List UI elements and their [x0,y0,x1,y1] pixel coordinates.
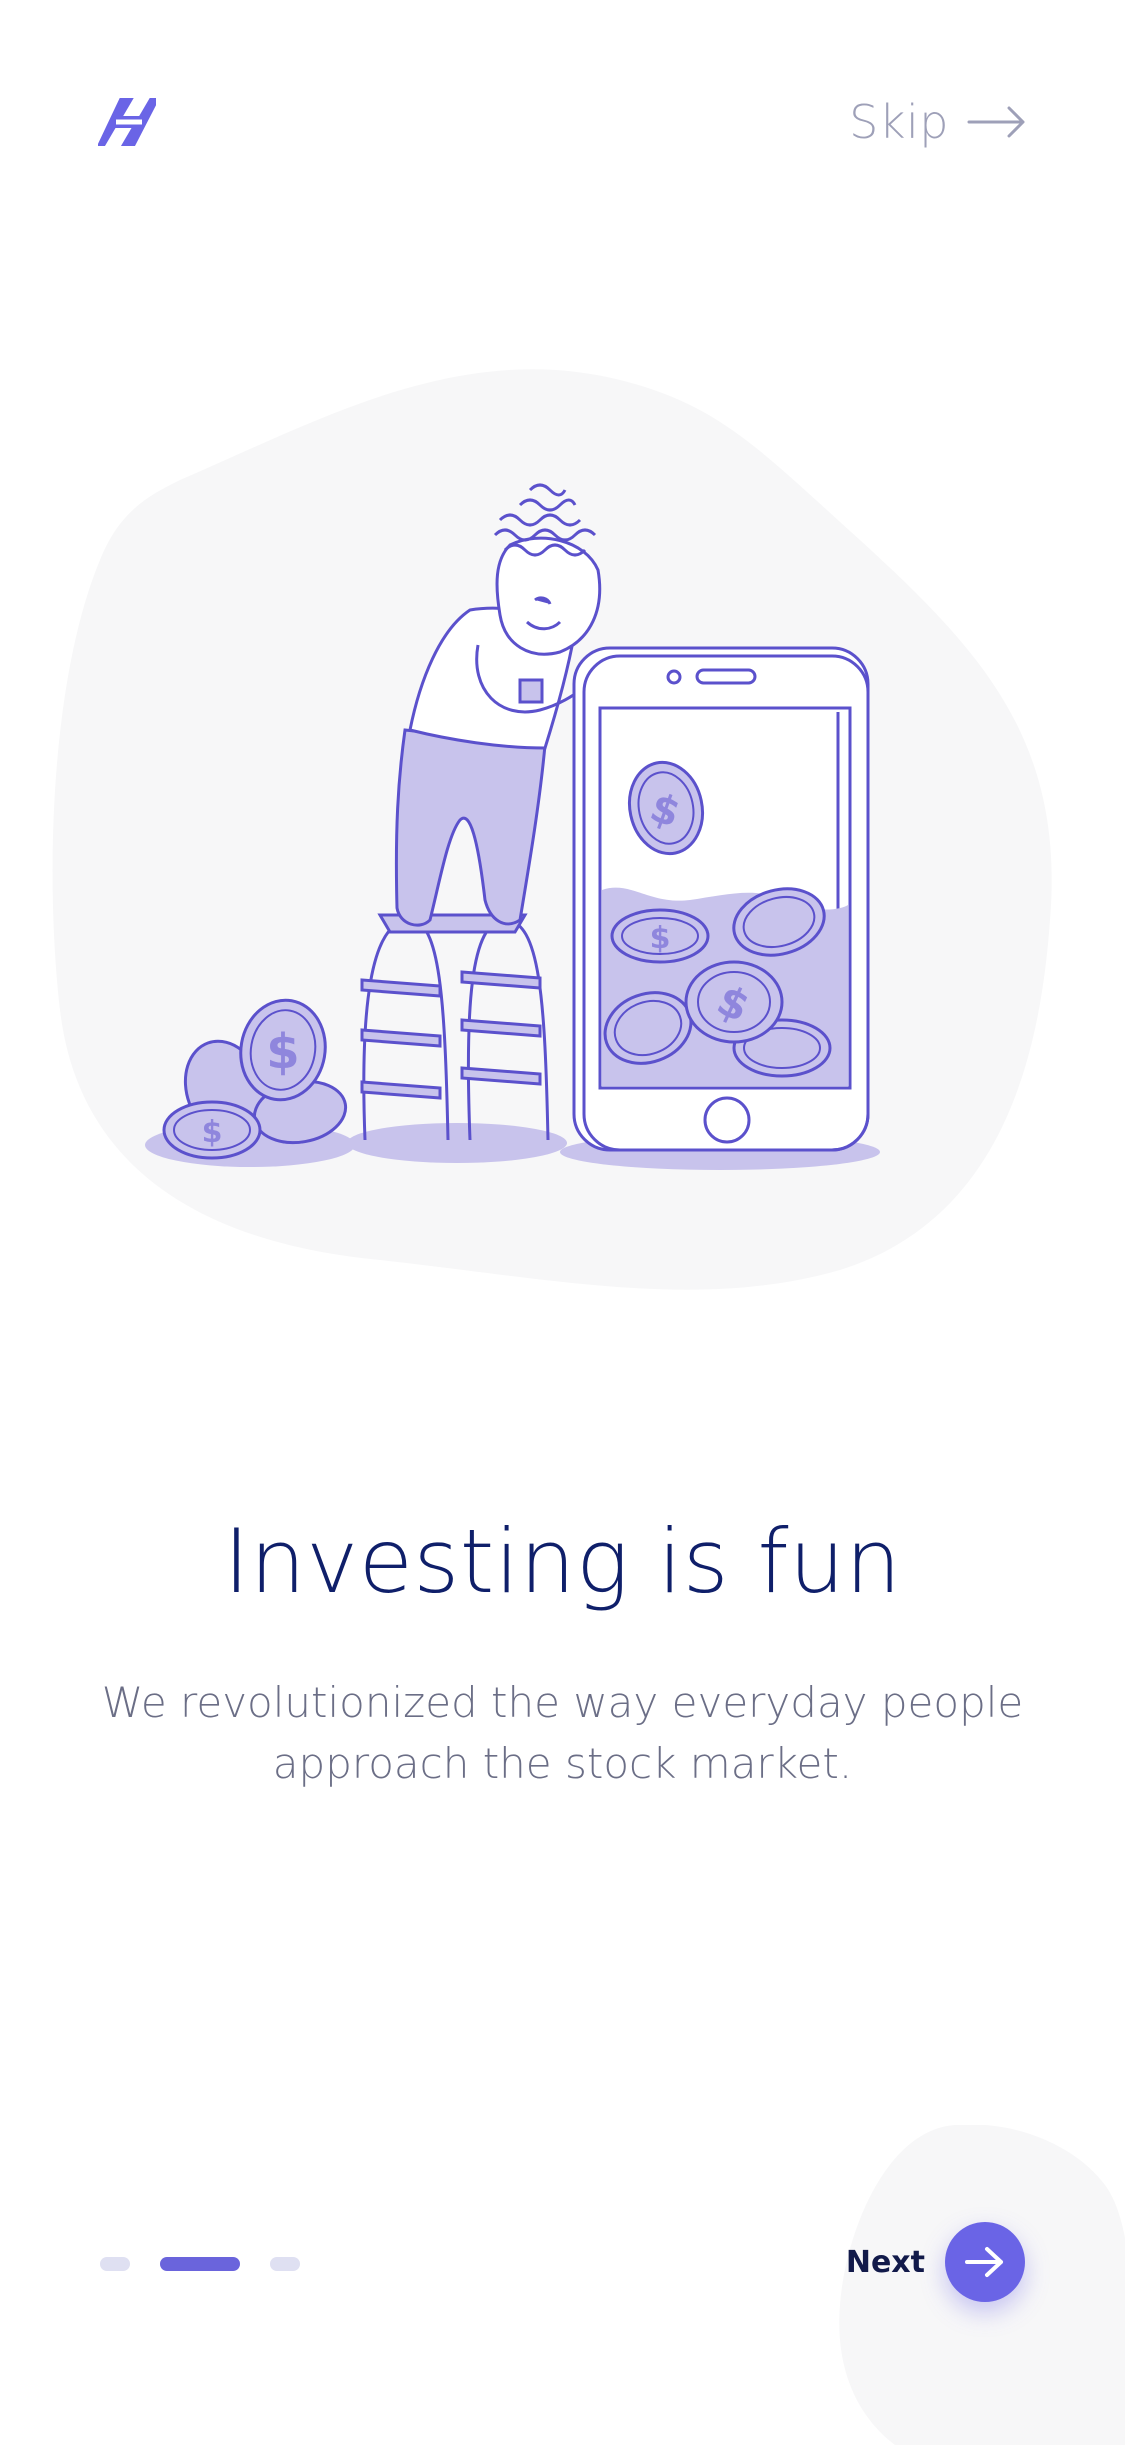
pagination-dots [100,2256,300,2272]
pagination-dot[interactable] [100,2257,130,2271]
pagination-dot-active[interactable] [160,2257,240,2271]
investing-illustration: $ $ $ $ $ [52,369,1052,1290]
next-button[interactable]: Next [846,2222,1025,2302]
next-label: Next [845,2244,925,2280]
next-circle[interactable] [945,2222,1025,2302]
pagination-dot[interactable] [270,2257,300,2271]
svg-text:$: $ [266,1024,299,1080]
onboarding-subtitle: We revolutionized the way everyday peopl… [101,1678,1024,1788]
onboarding-title: Investing is fun [223,1510,902,1613]
arrow-right-icon [967,106,1025,138]
arrow-right-icon [965,2247,1003,2277]
phone [572,646,870,1152]
svg-text:$: $ [202,1115,223,1150]
skip-label: Skip [849,95,949,149]
skip-button[interactable]: Skip [849,90,1027,154]
app-logo-icon [96,96,160,148]
svg-text:$: $ [650,921,671,956]
